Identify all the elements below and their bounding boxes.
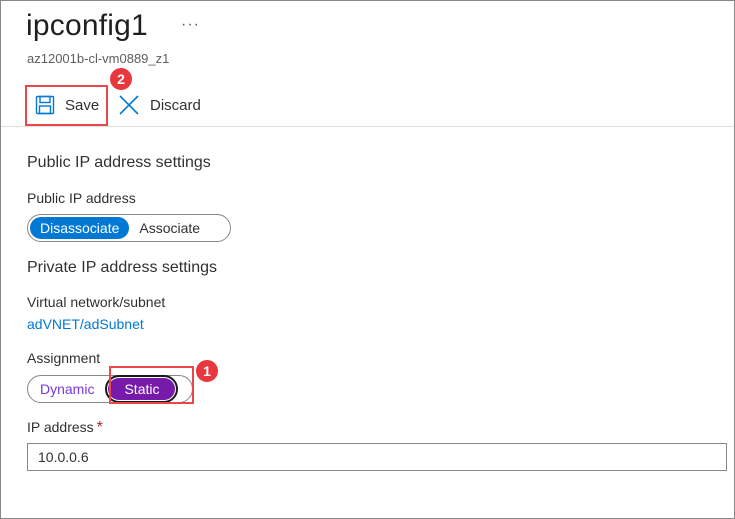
save-highlight-box	[25, 85, 108, 126]
step-badge-save: 2	[108, 66, 134, 92]
vnet-subnet-label: Virtual network/subnet	[27, 294, 166, 310]
more-options-button[interactable]: ···	[181, 16, 200, 34]
page-subtitle: az12001b-cl-vm0889_z1	[27, 51, 170, 66]
command-bar: Save Discard	[1, 83, 734, 123]
public-ip-label: Public IP address	[27, 190, 136, 206]
blade-panel: ipconfig1 ··· az12001b-cl-vm0889_z1 Save…	[0, 0, 735, 519]
required-asterisk: *	[96, 419, 103, 436]
discard-label: Discard	[150, 96, 201, 114]
discard-button[interactable]: Discard	[118, 93, 201, 117]
ip-address-input[interactable]	[27, 443, 727, 471]
associate-option[interactable]: Associate	[129, 217, 210, 239]
private-ip-heading: Private IP address settings	[27, 259, 218, 276]
assignment-label: Assignment	[27, 350, 101, 366]
disassociate-option[interactable]: Disassociate	[30, 217, 130, 239]
ip-address-label: IP address *	[27, 419, 103, 437]
close-icon	[118, 94, 140, 116]
toolbar-divider	[1, 126, 734, 127]
public-ip-toggle: Disassociate Associate	[27, 214, 231, 242]
public-ip-heading: Public IP address settings	[27, 154, 211, 171]
static-highlight-box	[109, 366, 194, 404]
dynamic-option[interactable]: Dynamic	[30, 378, 104, 400]
page-title: ipconfig1	[26, 9, 148, 42]
step-badge-static: 1	[194, 358, 220, 384]
vnet-subnet-link[interactable]: adVNET/adSubnet	[27, 316, 144, 332]
ip-address-label-text: IP address	[27, 419, 94, 435]
